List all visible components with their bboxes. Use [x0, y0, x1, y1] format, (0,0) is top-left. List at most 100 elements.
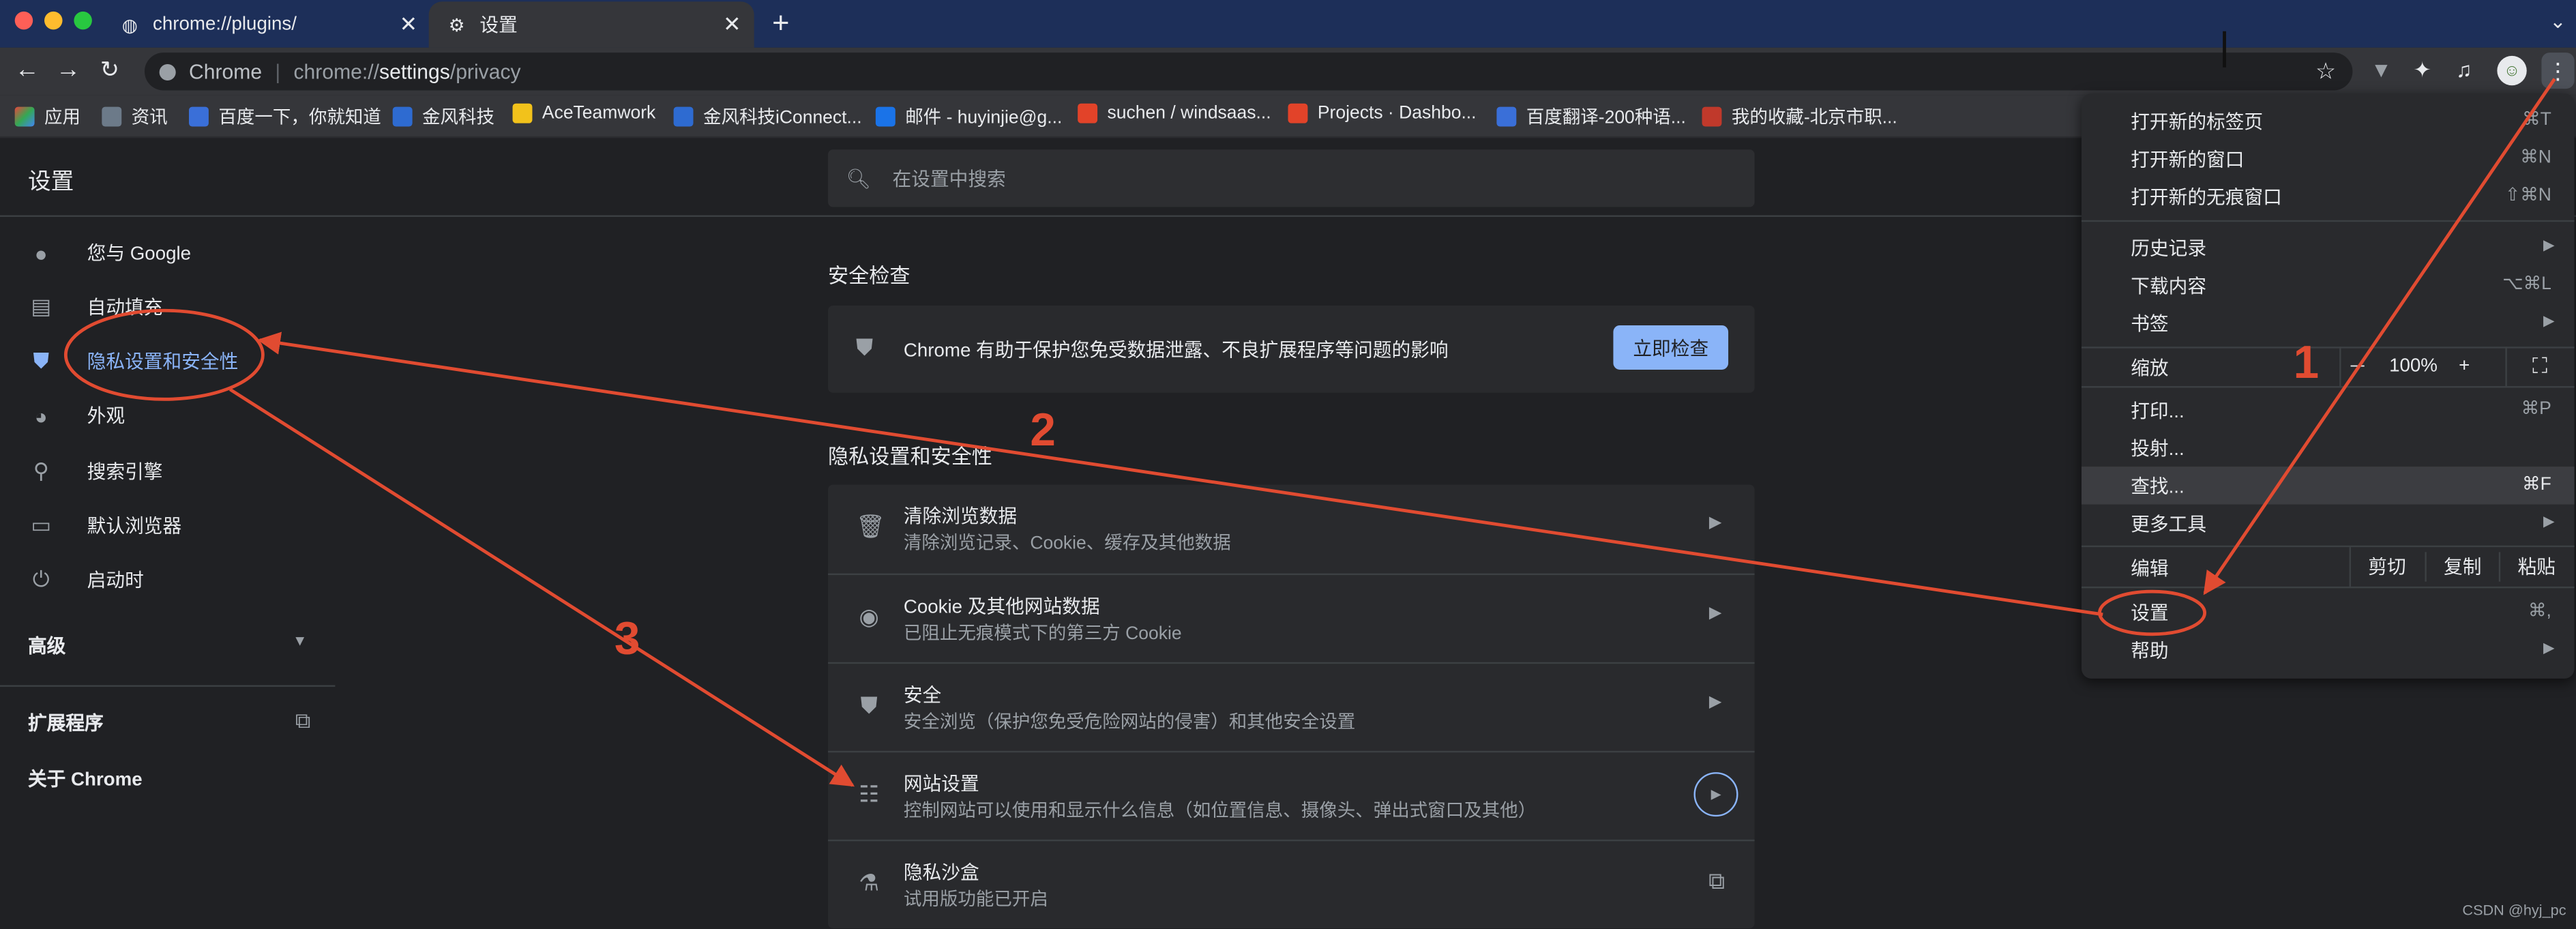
- sidebar-about-chrome[interactable]: 关于 Chrome: [28, 766, 143, 793]
- menu-item-incognito[interactable]: 打开新的无痕窗口 ⇧⌘N: [2082, 177, 2575, 215]
- sidebar-extensions[interactable]: 扩展程序 ⧉: [28, 708, 311, 737]
- close-tab-icon[interactable]: ✕: [723, 12, 741, 38]
- shield-icon: ⛊: [860, 692, 878, 718]
- sidebar-item-on-startup[interactable]: ⏻ 启动时: [28, 567, 144, 593]
- tab-search-chevron-icon[interactable]: ⌄: [2549, 10, 2566, 33]
- privacy-section-title: 隐私设置和安全性: [828, 445, 992, 469]
- menu-item-find[interactable]: 查找... ⌘F: [2081, 467, 2575, 505]
- menu-item-settings[interactable]: 设置 ⌘,: [2082, 593, 2575, 631]
- site-label: Chrome: [189, 59, 263, 83]
- outlook-icon: [875, 106, 895, 127]
- close-window-button[interactable]: [14, 11, 33, 30]
- bookmark-item[interactable]: 应用: [14, 104, 80, 130]
- baidu-icon: [189, 106, 209, 127]
- bookmark-item[interactable]: Projects · Dashbo...: [1288, 103, 1477, 123]
- media-control-icon[interactable]: ♫: [2456, 57, 2472, 82]
- menu-item-new-tab[interactable]: 打开新的标签页 ⌘T: [2082, 102, 2575, 139]
- row-clear-browsing-data[interactable]: 🗑︎ 清除浏览数据 清除浏览记录、Cookie、缓存及其他数据 ▶: [828, 485, 1755, 574]
- row-title: Cookie 及其他网站数据: [903, 598, 1100, 618]
- watermark: CSDN @hyj_pc: [2462, 902, 2566, 919]
- row-subtitle: 清除浏览记录、Cookie、缓存及其他数据: [903, 533, 1231, 554]
- goldwind-icon: [392, 106, 413, 127]
- zoom-window-button[interactable]: [74, 11, 92, 30]
- back-arrow-icon[interactable]: ←: [15, 56, 40, 84]
- safety-check-title: 安全检查: [828, 264, 911, 288]
- apps-grid-icon: [14, 106, 35, 127]
- menu-item-help[interactable]: 帮助 ▶: [2082, 631, 2575, 668]
- menu-dots-icon[interactable]: ⋮: [2541, 53, 2575, 89]
- bookmark-item[interactable]: 我的收藏-北京市职...: [1702, 104, 1897, 130]
- bookmark-item[interactable]: 金风科技iConnect...: [673, 104, 862, 130]
- gear-icon: ⚙: [448, 15, 465, 35]
- check-now-button[interactable]: 立即检查: [1613, 325, 1729, 370]
- tab-title: 设置: [479, 16, 518, 36]
- submenu-arrow-icon: ▶: [2543, 236, 2555, 253]
- sidebar-item-default-browser[interactable]: ▭ 默认浏览器: [28, 513, 181, 540]
- chrome-window: ◍ chrome://plugins/ ✕ ⚙ 设置 ✕ + ⌄ ← → ↻ C…: [0, 0, 2576, 928]
- sidebar-advanced[interactable]: 高级 ▼: [28, 632, 307, 659]
- flask-icon: ⚗: [859, 869, 880, 896]
- address-bar[interactable]: Chrome | chrome://settings/privacy ☆: [144, 53, 2353, 91]
- cut-button[interactable]: 剪切: [2351, 552, 2423, 581]
- site-info-icon[interactable]: [159, 63, 176, 80]
- page-title: 设置: [27, 167, 74, 194]
- new-tab-button[interactable]: +: [772, 7, 789, 42]
- arrow-right-icon: ▶: [1708, 514, 1722, 533]
- baidu-translate-icon: [1496, 106, 1517, 127]
- bookmark-item[interactable]: 百度一下，你就知道: [189, 104, 381, 130]
- open-external-icon: ⧉: [295, 708, 311, 733]
- bookmark-item[interactable]: 资讯: [102, 104, 168, 130]
- menu-item-history[interactable]: 历史记录 ▶: [2082, 228, 2575, 266]
- cookie-icon: ◉: [859, 603, 879, 630]
- menu-item-new-window[interactable]: 打开新的窗口 ⌘N: [2082, 140, 2575, 177]
- copy-button[interactable]: 复制: [2425, 552, 2498, 582]
- search-placeholder: 在设置中搜索: [892, 170, 1006, 190]
- fullscreen-icon[interactable]: ⛶: [2512, 351, 2568, 381]
- person-icon: ●: [34, 240, 48, 266]
- tab-plugins[interactable]: ◍ chrome://plugins/ ✕: [102, 1, 430, 47]
- bookmark-item[interactable]: 百度翻译-200种语...: [1496, 104, 1686, 130]
- arrow-right-icon: ▶: [1708, 604, 1722, 623]
- menu-item-cast[interactable]: 投射...: [2082, 429, 2575, 467]
- tab-settings[interactable]: ⚙ 设置 ✕: [428, 1, 754, 48]
- gitlab-icon: [1288, 103, 1308, 123]
- star-icon[interactable]: ☆: [2315, 57, 2336, 85]
- settings-search-input[interactable]: 🔍︎ 在设置中搜索: [828, 149, 1755, 207]
- shield-icon: ⛊: [33, 348, 49, 373]
- sidebar-item-autofill[interactable]: ▤ 自动填充: [28, 294, 162, 321]
- privacy-card: 🗑︎ 清除浏览数据 清除浏览记录、Cookie、缓存及其他数据 ▶ ◉ Cook…: [828, 484, 1755, 928]
- favorites-icon: [1702, 106, 1722, 127]
- avatar[interactable]: ☺: [2497, 55, 2527, 86]
- menu-item-print[interactable]: 打印... ⌘P: [2082, 391, 2575, 428]
- bookmark-item[interactable]: 金风科技: [392, 104, 494, 130]
- menu-item-downloads[interactable]: 下载内容 ⌥⌘L: [2082, 266, 2575, 304]
- puzzle-icon[interactable]: ✦: [2414, 57, 2431, 84]
- omnibox-divider: |: [275, 59, 281, 83]
- menu-item-bookmarks[interactable]: 书签 ▶: [2082, 304, 2575, 342]
- chrome-main-menu: 打开新的标签页 ⌘T 打开新的窗口 ⌘N 打开新的无痕窗口 ⇧⌘N 历史记录 ▶ 下载内…: [2081, 93, 2575, 679]
- forward-arrow-icon[interactable]: →: [56, 56, 80, 84]
- close-tab-icon[interactable]: ✕: [400, 12, 417, 38]
- row-security[interactable]: ⛊ 安全 安全浏览（保护您免受危险网站的侵害）和其他安全设置 ▶: [828, 662, 1755, 752]
- vue-devtools-icon[interactable]: ▼: [2371, 57, 2392, 82]
- row-cookies[interactable]: ◉ Cookie 及其他网站数据 已阻止无痕模式下的第三方 Cookie ▶: [828, 573, 1755, 664]
- zoom-out-button[interactable]: －: [2341, 351, 2374, 381]
- aceteamwork-icon: [512, 103, 533, 123]
- minimize-window-button[interactable]: [44, 11, 63, 30]
- row-site-settings[interactable]: ☷ 网站设置 控制网站可以使用和显示什么信息（如位置信息、摄像头、弹出式窗口及其…: [828, 750, 1755, 841]
- menu-item-more-tools[interactable]: 更多工具 ▶: [2082, 505, 2575, 542]
- bookmark-item[interactable]: AceTeamwork: [512, 103, 655, 123]
- reload-icon[interactable]: ↻: [100, 56, 119, 84]
- globe-icon: ◍: [121, 15, 138, 35]
- tab-title: chrome://plugins/: [153, 14, 297, 35]
- sidebar-item-search-engine[interactable]: ⚲ 搜索引擎: [28, 458, 163, 485]
- bookmark-item[interactable]: 邮件 - huyinjie@g...: [875, 104, 1062, 130]
- bookmark-item[interactable]: suchen / windsaas...: [1078, 103, 1271, 123]
- row-privacy-sandbox[interactable]: ⚗ 隐私沙盒 试用版功能已开启 ⧉: [828, 839, 1755, 928]
- sidebar-item-you-and-google[interactable]: ● 您与 Google: [28, 240, 191, 267]
- step-number-2: 2: [1030, 404, 1056, 456]
- sidebar-item-appearance[interactable]: ◕ 外观: [28, 402, 125, 429]
- paste-button[interactable]: 粘贴: [2498, 552, 2573, 582]
- zoom-in-button[interactable]: +: [2450, 351, 2479, 381]
- sidebar-item-privacy[interactable]: ⛊ 隐私设置和安全性: [28, 349, 238, 375]
